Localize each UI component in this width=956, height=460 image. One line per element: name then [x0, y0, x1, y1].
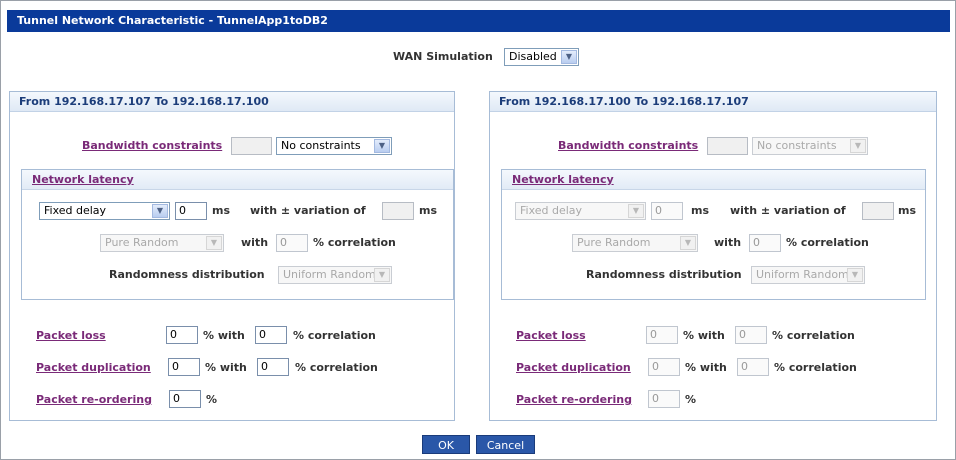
right-delay-input[interactable]: 0: [651, 202, 683, 220]
right-packet-loss-link[interactable]: Packet loss: [516, 329, 586, 342]
left-loss-input[interactable]: 0: [166, 326, 198, 344]
right-random-select[interactable]: Pure Random ▼: [572, 234, 698, 252]
right-delay-select-value: Fixed delay: [520, 204, 583, 217]
chevron-down-icon: ▼: [206, 236, 222, 250]
chevron-down-icon: ▼: [628, 204, 644, 218]
right-loss-corr-input[interactable]: 0: [735, 326, 767, 344]
left-correlation-input[interactable]: 0: [276, 234, 308, 252]
chevron-down-icon: ▼: [374, 139, 390, 153]
chevron-down-icon: ▼: [152, 204, 168, 218]
right-direction-panel: From 192.168.17.100 To 192.168.17.107 Ba…: [489, 91, 937, 421]
left-bandwidth-input[interactable]: [231, 137, 272, 155]
left-reorder-input[interactable]: 0: [169, 390, 201, 408]
left-variation-label: with ± variation of: [250, 204, 366, 217]
left-dup-corr-label: % correlation: [295, 361, 378, 374]
right-variation-label: with ± variation of: [730, 204, 846, 217]
chevron-down-icon: ▼: [847, 268, 863, 282]
wan-simulation-select[interactable]: Disabled ▼: [504, 48, 579, 66]
left-distribution-select[interactable]: Uniform Random ▼: [278, 266, 392, 284]
left-panel-header: From 192.168.17.107 To 192.168.17.100: [10, 92, 454, 112]
wan-simulation-value: Disabled: [509, 50, 557, 63]
left-loss-corr-input[interactable]: 0: [255, 326, 287, 344]
left-bandwidth-constraints-link[interactable]: Bandwidth constraints: [82, 139, 222, 152]
left-random-select[interactable]: Pure Random ▼: [100, 234, 224, 252]
left-packet-loss-link[interactable]: Packet loss: [36, 329, 106, 342]
left-dup-with-label: % with: [205, 361, 247, 374]
right-panel-header: From 192.168.17.100 To 192.168.17.107: [490, 92, 936, 112]
right-dup-corr-label: % correlation: [774, 361, 857, 374]
chevron-down-icon: ▼: [374, 268, 390, 282]
chevron-down-icon: ▼: [680, 236, 696, 250]
left-reorder-percent: %: [206, 393, 218, 406]
left-bandwidth-select-value: No constraints: [281, 139, 361, 152]
right-ms-label: ms: [691, 204, 710, 217]
left-packet-reordering-link[interactable]: Packet re-ordering: [36, 393, 152, 406]
left-with-label: with: [241, 236, 269, 249]
left-bandwidth-select[interactable]: No constraints ▼: [276, 137, 392, 155]
left-latency-panel: Network latency Fixed delay ▼ 0 ms with …: [21, 169, 454, 300]
left-delay-select-value: Fixed delay: [44, 204, 107, 217]
left-direction-panel: From 192.168.17.107 To 192.168.17.100 Ba…: [9, 91, 455, 421]
right-reorder-input[interactable]: 0: [648, 390, 680, 408]
left-latency-header: Network latency: [22, 170, 453, 190]
chevron-down-icon: ▼: [561, 50, 577, 64]
right-network-latency-link[interactable]: Network latency: [512, 173, 614, 186]
right-delay-select[interactable]: Fixed delay ▼: [515, 202, 646, 220]
right-dup-with-label: % with: [685, 361, 727, 374]
right-dup-corr-input[interactable]: 0: [737, 358, 769, 376]
right-with-label: with: [714, 236, 742, 249]
right-packet-reordering-link[interactable]: Packet re-ordering: [516, 393, 632, 406]
right-variation-input[interactable]: [862, 202, 894, 220]
left-ms2-label: ms: [419, 204, 438, 217]
left-correlation-label: % correlation: [313, 236, 396, 249]
right-ms2-label: ms: [898, 204, 917, 217]
right-distribution-select[interactable]: Uniform Random ▼: [751, 266, 865, 284]
left-variation-input[interactable]: [382, 202, 414, 220]
right-loss-input[interactable]: 0: [646, 326, 678, 344]
left-delay-select[interactable]: Fixed delay ▼: [39, 202, 170, 220]
wan-simulation-label: WAN Simulation: [393, 50, 493, 63]
right-latency-panel: Network latency Fixed delay ▼ 0 ms with …: [501, 169, 926, 300]
right-distribution-select-value: Uniform Random: [756, 268, 849, 281]
left-ms-label: ms: [212, 204, 231, 217]
left-loss-with-label: % with: [203, 329, 245, 342]
right-reorder-percent: %: [685, 393, 697, 406]
left-dup-corr-input[interactable]: 0: [257, 358, 289, 376]
right-distribution-label: Randomness distribution: [586, 268, 742, 281]
left-dup-input[interactable]: 0: [168, 358, 200, 376]
left-packet-duplication-link[interactable]: Packet duplication: [36, 361, 151, 374]
right-correlation-label: % correlation: [786, 236, 869, 249]
left-delay-input[interactable]: 0: [175, 202, 207, 220]
right-latency-header: Network latency: [502, 170, 925, 190]
ok-button[interactable]: OK: [422, 435, 470, 454]
left-distribution-select-value: Uniform Random: [283, 268, 376, 281]
left-random-select-value: Pure Random: [105, 236, 179, 249]
right-correlation-input[interactable]: 0: [749, 234, 781, 252]
right-random-select-value: Pure Random: [577, 236, 651, 249]
right-packet-duplication-link[interactable]: Packet duplication: [516, 361, 631, 374]
right-loss-corr-label: % correlation: [772, 329, 855, 342]
right-bandwidth-input[interactable]: [707, 137, 748, 155]
cancel-button[interactable]: Cancel: [476, 435, 535, 454]
left-network-latency-link[interactable]: Network latency: [32, 173, 134, 186]
right-bandwidth-select[interactable]: No constraints ▼: [752, 137, 868, 155]
chevron-down-icon: ▼: [850, 139, 866, 153]
right-bandwidth-select-value: No constraints: [757, 139, 837, 152]
dialog-title: Tunnel Network Characteristic - TunnelAp…: [7, 10, 950, 32]
left-distribution-label: Randomness distribution: [109, 268, 265, 281]
right-bandwidth-constraints-link[interactable]: Bandwidth constraints: [558, 139, 698, 152]
right-loss-with-label: % with: [683, 329, 725, 342]
right-dup-input[interactable]: 0: [648, 358, 680, 376]
left-loss-corr-label: % correlation: [293, 329, 376, 342]
